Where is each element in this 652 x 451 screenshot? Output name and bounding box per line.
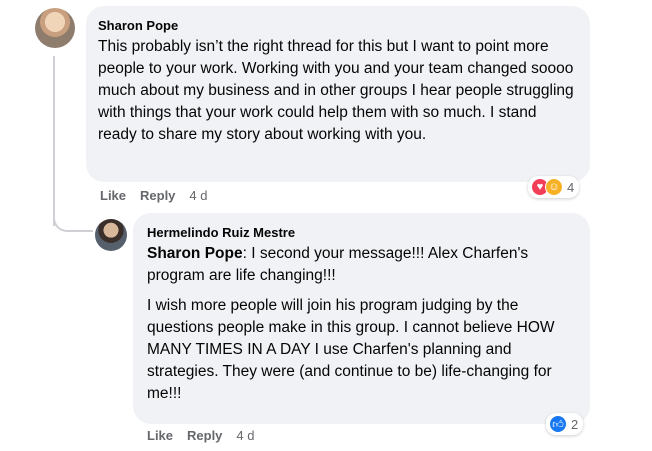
- reply-button[interactable]: Reply: [140, 188, 175, 203]
- reactions-summary[interactable]: 👍︎ 2: [546, 413, 584, 435]
- comment-bubble: Sharon Pope This probably isn’t the righ…: [86, 6, 590, 182]
- reply-text: Sharon Pope: I second your message!!! Al…: [147, 243, 576, 405]
- comment-body: This probably isn’t the right thread for…: [98, 38, 574, 143]
- avatar[interactable]: [35, 8, 75, 48]
- reaction-count: 2: [571, 416, 579, 432]
- comment-actions: Like Reply 4 d: [100, 188, 208, 203]
- timestamp[interactable]: 4 d: [236, 428, 254, 443]
- comment-text: This probably isn’t the right thread for…: [98, 36, 578, 146]
- reaction-count: 4: [567, 179, 575, 195]
- comment-author[interactable]: Sharon Pope: [98, 18, 578, 34]
- reply-bubble: Hermelindo Ruiz Mestre Sharon Pope: I se…: [133, 213, 590, 424]
- thread-connector: [53, 200, 93, 232]
- reply-paragraph-2: I wish more people will join his program…: [147, 297, 555, 402]
- like-button[interactable]: Like: [100, 188, 126, 203]
- like-icon: 👍︎: [549, 415, 567, 433]
- like-button[interactable]: Like: [147, 428, 173, 443]
- reply-actions: Like Reply 4 d: [147, 428, 255, 443]
- reply-button[interactable]: Reply: [187, 428, 222, 443]
- reply-author[interactable]: Hermelindo Ruiz Mestre: [147, 225, 576, 241]
- reactions-summary[interactable]: ♥ ☺ 4: [528, 176, 580, 198]
- reply-paragraph-1: Sharon Pope: I second your message!!! Al…: [147, 243, 576, 287]
- care-icon: ☺: [545, 178, 563, 196]
- mention-link[interactable]: Sharon Pope: [147, 245, 243, 262]
- timestamp[interactable]: 4 d: [189, 188, 207, 203]
- avatar[interactable]: [95, 219, 127, 251]
